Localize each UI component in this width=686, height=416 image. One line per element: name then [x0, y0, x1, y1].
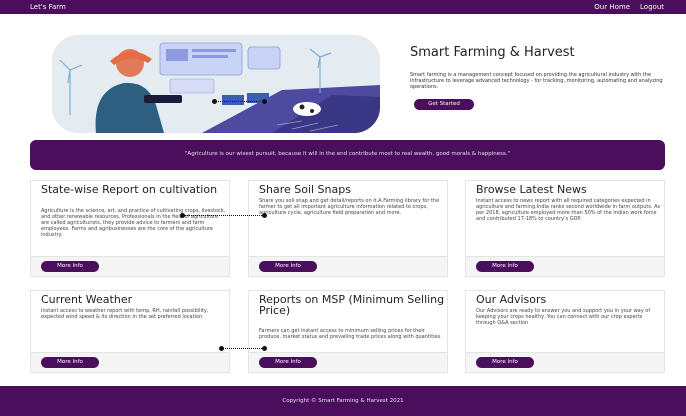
quote-text: "Agriculture is our wisest pursuit, beca… — [184, 151, 511, 157]
annotation-dot — [180, 213, 185, 218]
card-title: Browse Latest News — [476, 183, 587, 196]
nav-link-home[interactable]: Our Home — [594, 3, 630, 11]
card-text: Share you soil snap and get detail/repor… — [259, 198, 440, 216]
hero-title: Smart Farming & Harvest — [410, 45, 575, 60]
card-latest-news: Browse Latest News Instant access to new… — [465, 180, 665, 277]
card-soil-snaps: Share Soil Snaps Share you soil snap and… — [248, 180, 448, 277]
page-footer: Copyright © Smart Farming & Harvest 2021 — [0, 386, 686, 416]
card-title: Our Advisors — [476, 293, 547, 306]
card-our-advisors: Our Advisors Our Advisors are ready to a… — [465, 290, 665, 373]
annotation-dot — [212, 99, 217, 104]
nav-links: Our Home Logout — [594, 3, 664, 11]
annotation-connector — [223, 348, 266, 349]
card-title: Current Weather — [41, 293, 133, 306]
card-msp-reports: Reports on MSP (Minimum Selling Price) F… — [248, 290, 448, 373]
hero-illustration — [52, 35, 380, 133]
annotation-connector — [215, 101, 265, 102]
card-text: Our Advisors are ready to answer you and… — [476, 308, 651, 326]
farmer-illustration-svg — [52, 35, 380, 133]
quote-banner: "Agriculture is our wisest pursuit, beca… — [30, 140, 665, 170]
brand-logo-text[interactable]: Let's Farm — [30, 3, 66, 11]
more-info-button[interactable]: More Info — [41, 261, 99, 272]
card-title: Reports on MSP (Minimum Selling Price) — [259, 293, 445, 317]
card-state-report: State-wise Report on cultivation Agricul… — [30, 180, 230, 277]
more-info-button[interactable]: More Info — [41, 357, 99, 368]
top-navbar: Let's Farm Our Home Logout — [0, 0, 686, 14]
more-info-button[interactable]: More Info — [476, 261, 534, 272]
copyright-text: Copyright © Smart Farming & Harvest 2021 — [282, 398, 404, 404]
card-text: Farmers can get instant access to minimu… — [259, 328, 442, 340]
nav-link-logout[interactable]: Logout — [640, 3, 664, 11]
more-info-button[interactable]: More Info — [259, 357, 317, 368]
annotation-connector — [184, 215, 266, 216]
card-text: Instant access to news report with all r… — [476, 198, 661, 222]
more-info-button[interactable]: More Info — [259, 261, 317, 272]
card-title: Share Soil Snaps — [259, 183, 351, 196]
annotation-dot — [262, 213, 267, 218]
card-text: Agriculture is the science, art, and pra… — [41, 208, 226, 238]
annotation-dot — [262, 99, 267, 104]
card-title: State-wise Report on cultivation — [41, 183, 218, 196]
more-info-button[interactable]: More Info — [476, 357, 534, 368]
get-started-button[interactable]: Get Started — [414, 99, 474, 110]
annotation-dot — [262, 346, 267, 351]
hero-description: Smart farming is a management concept fo… — [410, 72, 663, 90]
annotation-dot — [219, 346, 224, 351]
card-text: Instant access to weather report with te… — [41, 308, 209, 320]
card-current-weather: Current Weather Instant access to weathe… — [30, 290, 230, 373]
